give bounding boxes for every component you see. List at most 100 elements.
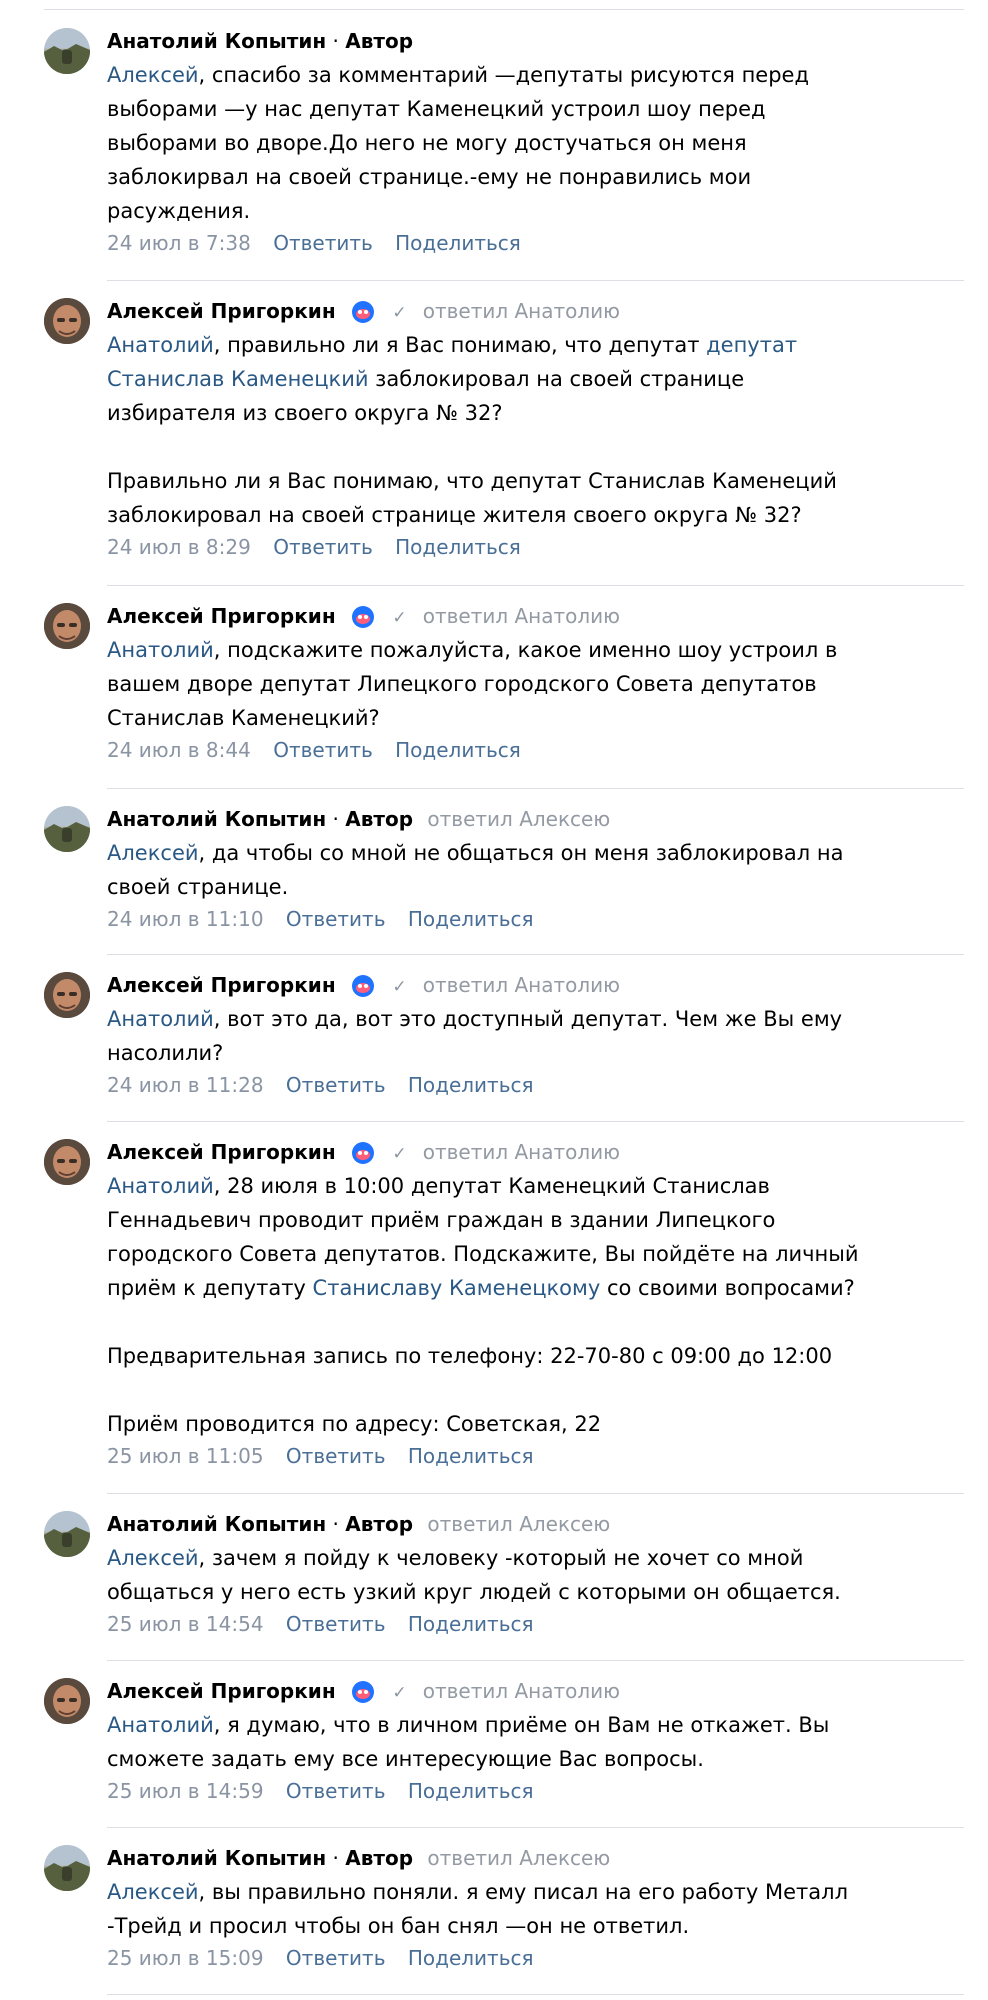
check-icon: ✓ — [392, 1144, 407, 1164]
author-name[interactable]: Анатолий Копытин — [107, 807, 326, 831]
comment-divider — [107, 280, 964, 281]
share-button[interactable]: Поделиться — [395, 535, 521, 559]
comment-date[interactable]: 25 июл в 11:05 — [107, 1444, 264, 1468]
reply-button[interactable]: Ответить — [286, 1779, 386, 1803]
share-button[interactable]: Поделиться — [408, 907, 534, 931]
reply-button[interactable]: Ответить — [273, 231, 373, 255]
author-name[interactable]: Алексей Пригоркин — [107, 1140, 336, 1164]
comment-date[interactable]: 24 июл в 8:44 — [107, 738, 251, 762]
text-line: заблокирвал на своей странице.-ему не по… — [107, 165, 752, 189]
avatar[interactable] — [44, 603, 90, 649]
text-line: приём к депутату — [107, 1276, 313, 1300]
reply-target[interactable]: ответил Анатолию — [423, 1679, 620, 1703]
comment-date[interactable]: 25 июл в 14:59 — [107, 1779, 264, 1803]
avatar[interactable] — [44, 1678, 90, 1724]
avatar[interactable] — [44, 1845, 90, 1891]
author-separator: · — [332, 29, 339, 53]
share-button[interactable]: Поделиться — [395, 738, 521, 762]
mention-link[interactable]: Алексей — [107, 1880, 199, 1904]
author-name[interactable]: Анатолий Копытин — [107, 1512, 326, 1536]
share-button[interactable]: Поделиться — [408, 1444, 534, 1468]
mention-link[interactable]: Анатолий — [107, 1174, 214, 1198]
author-name[interactable]: Алексей Пригоркин — [107, 299, 336, 323]
avatar[interactable] — [44, 972, 90, 1018]
reply-button[interactable]: Ответить — [286, 1073, 386, 1097]
text-line: заблокировал на своей странице — [368, 367, 745, 391]
text-line: общаться у него есть узкий круг людей с … — [107, 1580, 841, 1604]
comment-divider — [107, 1493, 964, 1494]
comment-date[interactable]: 24 июл в 11:28 — [107, 1073, 264, 1097]
author-name[interactable]: Алексей Пригоркин — [107, 1679, 336, 1703]
mention-link[interactable]: Алексей — [107, 1546, 199, 1570]
avatar[interactable] — [44, 806, 90, 852]
text-line: , 28 июля в 10:00 депутат Каменецкий Ста… — [213, 1174, 770, 1198]
mention-link[interactable]: Анатолий — [107, 1713, 214, 1737]
author-separator: · — [332, 1846, 339, 1870]
share-button[interactable]: Поделиться — [408, 1779, 534, 1803]
share-button[interactable]: Поделиться — [408, 1612, 534, 1636]
comment-text: Анатолий, правильно ли я Вас понимаю, чт… — [107, 328, 967, 532]
comment-date[interactable]: 24 июл в 11:10 — [107, 907, 264, 931]
comment-divider — [107, 954, 964, 955]
reply-target[interactable]: ответил Анатолию — [423, 973, 620, 997]
text-line: Правильно ли я Вас понимаю, что депутат … — [107, 469, 837, 493]
comment-date[interactable]: 25 июл в 14:54 — [107, 1612, 264, 1636]
reply-target[interactable]: ответил Алексею — [427, 1512, 610, 1536]
text-line: городского Совета депутатов. Подскажите,… — [107, 1242, 859, 1266]
reply-button[interactable]: Ответить — [286, 1612, 386, 1636]
comment-header: Алексей Пригоркин ✓ ответил Анатолию — [107, 1678, 967, 1704]
reply-target[interactable]: ответил Анатолию — [423, 1140, 620, 1164]
reply-button[interactable]: Ответить — [273, 535, 373, 559]
man-avatar-icon — [44, 298, 90, 344]
text-line: своей странице. — [107, 875, 289, 899]
text-line: -Трейд и просил чтобы он бан снял —он не… — [107, 1914, 690, 1938]
comment-meta: 25 июл в 14:54 Ответить Поделиться — [107, 1609, 967, 1639]
check-icon: ✓ — [392, 977, 407, 997]
author-name[interactable]: Алексей Пригоркин — [107, 604, 336, 628]
avatar[interactable] — [44, 28, 90, 74]
avatar[interactable] — [44, 1139, 90, 1185]
comment-date[interactable]: 25 июл в 15:09 — [107, 1946, 264, 1970]
comment-meta: 24 июл в 8:44 Ответить Поделиться — [107, 735, 967, 765]
profile-link[interactable]: депутат — [706, 333, 797, 357]
reply-target[interactable]: ответил Алексею — [427, 1846, 610, 1870]
comment-meta: 25 июл в 14:59 Ответить Поделиться — [107, 1776, 967, 1806]
author-name[interactable]: Анатолий Копытин — [107, 29, 326, 53]
author-badge: Автор — [345, 807, 414, 831]
share-button[interactable]: Поделиться — [408, 1073, 534, 1097]
mention-link[interactable]: Анатолий — [107, 638, 214, 662]
verified-badge-icon — [350, 603, 376, 629]
profile-link[interactable]: Станиславу Каменецкому — [313, 1276, 601, 1300]
profile-link[interactable]: Станислав Каменецкий — [107, 367, 369, 391]
comment-date[interactable]: 24 июл в 8:29 — [107, 535, 251, 559]
comment-date[interactable]: 24 июл в 7:38 — [107, 231, 251, 255]
comment-meta: 25 июл в 15:09 Ответить Поделиться — [107, 1943, 967, 1973]
reply-target[interactable]: ответил Анатолию — [423, 604, 620, 628]
comment-header: Алексей Пригоркин ✓ ответил Анатолию — [107, 298, 967, 324]
reply-button[interactable]: Ответить — [286, 1946, 386, 1970]
text-line: насолили? — [107, 1041, 224, 1065]
mention-link[interactable]: Алексей — [107, 63, 199, 87]
reply-button[interactable]: Ответить — [286, 907, 386, 931]
share-button[interactable]: Поделиться — [395, 231, 521, 255]
share-button[interactable]: Поделиться — [408, 1946, 534, 1970]
reply-target[interactable]: ответил Алексею — [427, 807, 610, 831]
reply-button[interactable]: Ответить — [286, 1444, 386, 1468]
reply-target[interactable]: ответил Анатолию — [423, 299, 620, 323]
mention-link[interactable]: Анатолий — [107, 333, 214, 357]
comment-header: Анатолий Копытин · Автор ответил Алексею — [107, 1511, 967, 1537]
text-line: Геннадьевич проводит приём граждан в зда… — [107, 1208, 776, 1232]
reply-button[interactable]: Ответить — [273, 738, 373, 762]
avatar[interactable] — [44, 1511, 90, 1557]
mention-link[interactable]: Алексей — [107, 841, 199, 865]
landscape-avatar-icon — [44, 806, 90, 852]
comment-text: Алексей, спасибо за комментарий —депутат… — [107, 58, 967, 228]
avatar[interactable] — [44, 298, 90, 344]
mention-link[interactable]: Анатолий — [107, 1007, 214, 1031]
author-name[interactable]: Анатолий Копытин — [107, 1846, 326, 1870]
verified-badge-icon — [350, 1678, 376, 1704]
author-badge: Автор — [345, 1512, 414, 1536]
author-name[interactable]: Алексей Пригоркин — [107, 973, 336, 997]
